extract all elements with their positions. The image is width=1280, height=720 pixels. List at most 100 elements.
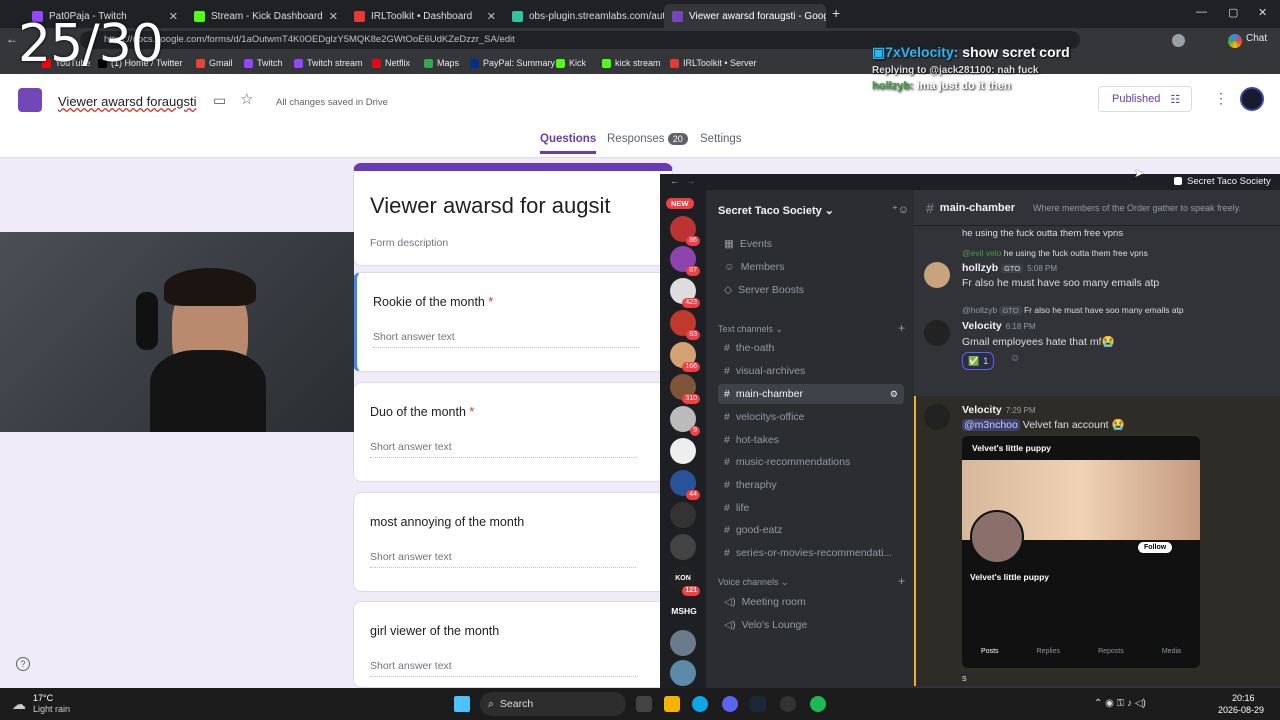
channel-theraphy[interactable]: # theraphy [718,475,904,495]
server-icon[interactable]: KON 121 [670,566,700,596]
maximize-button[interactable]: ▢ [1228,6,1238,19]
server-icon[interactable]: 166 [670,342,700,372]
close-icon[interactable]: ✕ [329,10,338,23]
doc-title[interactable]: Viewer awarsd foraugsti [58,94,197,109]
steam-icon[interactable] [750,696,766,712]
form-title-card[interactable]: Viewer awarsd for augsit Form descriptio… [353,163,673,266]
folder-icon[interactable]: ▭ [213,92,226,109]
back-icon[interactable]: ← [670,176,680,187]
weather-temp[interactable]: 17°C [33,693,53,703]
add-channel-icon[interactable]: + [898,321,905,335]
server-icon[interactable] [670,630,696,656]
tab-questions[interactable]: Questions [540,133,597,154]
forward-icon[interactable]: → [686,176,696,187]
avatar[interactable] [924,320,950,346]
avatar[interactable] [924,262,950,288]
edge-icon[interactable] [692,696,708,712]
server-name-dropdown[interactable]: Secret Taco Society ⌄ [718,204,834,217]
taskbar-search[interactable]: ⌕ Search [480,692,626,716]
spotify-icon[interactable] [810,696,826,712]
voice-meeting-room[interactable]: ◁) Meeting room [718,592,904,612]
minimize-button[interactable]: — [1196,6,1207,18]
clock-time[interactable]: 20:16 [1232,693,1255,703]
windows-start-icon[interactable] [454,696,470,712]
back-icon[interactable]: ← [6,32,18,46]
server-icon[interactable]: 44 [670,470,700,500]
discord-icon[interactable] [722,696,738,712]
reaction-chip[interactable]: ✅ 1 [962,352,995,370]
category-voice-channels[interactable]: Voice channels ⌄ [718,577,789,588]
form-title[interactable]: Viewer awarsd for augsit [370,193,611,219]
task-view-icon[interactable] [636,696,652,712]
bookmark-twitch-stream[interactable]: Twitch stream [294,58,363,68]
browser-tab[interactable]: IRLToolkit • Dashboard ✕ [346,4,504,28]
question-card[interactable]: most annoying of the month Short answer … [353,492,673,592]
user-mention[interactable]: @m3nchoo [962,419,1020,431]
channel-life[interactable]: # life [718,498,904,518]
weather-icon[interactable]: ☁ [12,696,26,713]
clock-date[interactable]: 2026-08-29 [1218,705,1264,715]
question-card[interactable]: Rookie of the month * Short answer text [353,272,673,372]
add-member-icon[interactable]: ⁺☺ [892,203,909,216]
bookmark-paypal[interactable]: PayPal: Summary [470,58,555,68]
more-options-icon[interactable]: ⋮ [1214,90,1228,107]
browser-tab[interactable]: Stream - Kick Dashboard ✕ [186,4,346,28]
tray-icons[interactable]: ⌃ ◉ ⚿ ♪ ◁) [1094,698,1146,709]
server-icon[interactable]: 83 [670,310,700,340]
twitch-icon [294,58,303,68]
form-description[interactable]: Form description [370,237,448,249]
bookmark-kick[interactable]: Kick [556,58,586,68]
bookmark-irltoolkit[interactable]: IRLToolkit • Server [670,58,757,68]
server-icon[interactable] [670,438,696,464]
close-icon[interactable]: ✕ [169,10,178,23]
bookmark-twitch[interactable]: Twitch [244,58,283,68]
channel-settings-icon[interactable]: ⚙ [890,389,898,400]
obs-icon[interactable] [780,696,796,712]
question-card[interactable]: girl viewer of the month Short answer te… [353,601,673,688]
browser-tab-active[interactable]: Viewer awarsd foraugsti - Google✕ [664,4,826,28]
tab-settings[interactable]: Settings [700,133,742,145]
bookmark-netflix[interactable]: Netflix [372,58,410,68]
channel-visual-archives[interactable]: # visual-archives [718,361,904,381]
browser-tab[interactable]: obs-plugin.streamlabs.com/auth/✕ [504,4,664,28]
message-composer[interactable]: s [962,673,967,684]
channel-hot-takes[interactable]: # hot-takes [718,430,904,450]
nav-members[interactable]: ☺ Members [718,257,904,277]
bookmark-gmail[interactable]: Gmail [196,58,233,68]
nav-events[interactable]: ▦ Events [718,234,904,254]
channel-the-oath[interactable]: # the-oath [718,338,904,358]
voice-velos-lounge[interactable]: ◁) Velo's Lounge [718,615,904,635]
weather-label[interactable]: Light rain [33,704,70,714]
channel-velocitys-office[interactable]: # velocitys-office [718,407,904,427]
new-tab-button[interactable]: + [832,5,840,21]
chat-button[interactable]: Chat [1246,33,1267,44]
channel-main-chamber[interactable]: # main-chamber ⚙ [718,384,904,404]
help-icon[interactable]: ? [16,657,30,671]
server-icon[interactable]: 310 [670,374,700,404]
close-icon[interactable]: ✕ [487,10,496,23]
add-reaction-icon[interactable]: ☺ [1010,353,1020,364]
server-icon[interactable]: MSHG [668,598,700,624]
question-card[interactable]: Duo of the month * Short answer text [353,382,673,482]
server-icon[interactable]: 9 [670,406,700,436]
image-attachment[interactable]: Velvet's little puppy Follow Velvet's li… [962,436,1200,668]
channel-music-recommendations[interactable]: # music-recommendations [718,452,904,472]
channel-good-eatz[interactable]: # good-eatz [718,520,904,540]
close-window-button[interactable]: ✕ [1258,6,1267,19]
server-icon[interactable] [670,502,696,528]
server-icon[interactable] [670,534,696,560]
tab-responses[interactable]: Responses 20 [607,133,688,145]
add-channel-icon[interactable]: + [898,574,905,588]
bookmark-maps[interactable]: Maps [424,58,459,68]
server-icon[interactable]: 86 [670,216,700,246]
file-explorer-icon[interactable] [664,696,680,712]
channel-series-or-movies[interactable]: # series-or-movies-recommendati... [718,543,904,563]
avatar[interactable] [924,404,950,430]
nav-server-boosts[interactable]: ◇ Server Boosts [718,280,904,300]
server-icon[interactable]: 423 [670,278,700,308]
bookmark-kick-stream[interactable]: kick stream [602,58,661,68]
server-icon[interactable] [670,660,696,686]
star-icon[interactable]: ☆ [240,90,253,108]
server-icon[interactable]: 87 [670,246,700,276]
category-text-channels[interactable]: Text channels ⌄ [718,324,783,335]
